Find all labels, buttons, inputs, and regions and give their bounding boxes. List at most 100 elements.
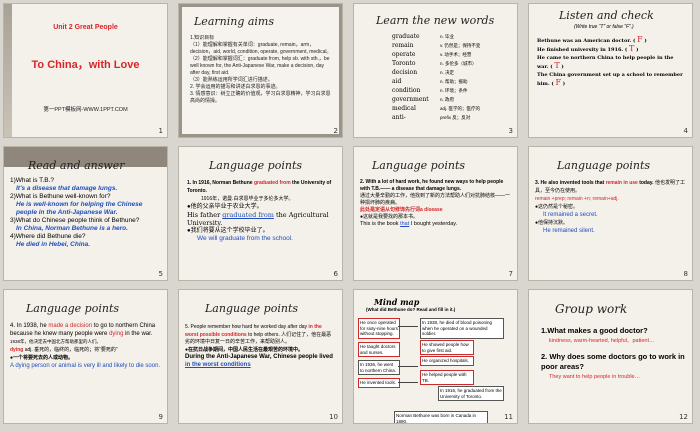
point-sentence-end: to help others. <box>248 331 280 338</box>
slide-thumbnail-9[interactable]: Language points 4. In 1938, he made a de… <box>3 289 168 424</box>
word: graduate <box>392 33 420 40</box>
example-cn: ●一个将要死去的人或动物。 <box>10 355 74 361</box>
point-sentence-end: in the war. <box>125 331 153 337</box>
slide-title: Language points <box>26 302 120 315</box>
slide-thumbnail-2[interactable]: Learning aims 1.知识目标 （1）能理解和掌握有关单词：gradu… <box>178 3 343 138</box>
slide-title: Language points <box>372 159 466 172</box>
slide-number: 9 <box>158 413 163 421</box>
word-meaning: n. 帮助；援助 <box>440 79 468 84</box>
question: 2. Why does some doctors go to work in p… <box>541 352 685 371</box>
answer: They want to help people in trouble… <box>549 374 641 380</box>
answer: T <box>554 61 560 70</box>
mind-map-box: He showed people how to give first aid. <box>420 340 474 355</box>
answer: F <box>637 35 643 44</box>
aim-line: （2）能理解和掌握词汇：graduate from, help sb. with… <box>190 56 330 76</box>
slide-thumbnail-10[interactable]: Language points 5. People remember how h… <box>178 289 343 424</box>
example-cn: ●在抗日战争期间，中国人民生活在最艰苦的环境中。 <box>185 346 304 353</box>
word: decision <box>392 69 418 76</box>
question: 1.What makes a good doctor? <box>541 326 648 335</box>
answer: It's a disease that damage lungs. <box>16 185 118 192</box>
word: Toronto <box>392 60 416 67</box>
example-cn: ●他的父亲毕业于农业大学。 <box>187 204 263 210</box>
slide-title: Language points <box>557 159 651 172</box>
point-text: 1. In 1916, Norman Bethune graduated fro… <box>187 179 336 243</box>
word: aid <box>392 78 402 85</box>
slide-thumbnail-7[interactable]: Language points 2. With a lot of hard wo… <box>353 146 518 281</box>
qa-list: 1)What is T.B.? It's a disease that dama… <box>10 177 163 249</box>
example-cn: ●我们将要从这个学校毕业了。 <box>187 228 269 234</box>
mind-map-box: In 1936, he went to northern China. <box>358 360 400 375</box>
vocab-word: dying <box>10 347 24 353</box>
slide-thumbnail-4[interactable]: Listen and check (Write true “T” or fals… <box>528 3 693 138</box>
statement: He finished university in 1916. <box>537 47 624 53</box>
fill-in-answer: in the worst conditions <box>185 361 251 368</box>
slide-thumbnail-11[interactable]: Mind map (What did Bethune do? Read and … <box>353 289 518 424</box>
answer: He died in Hebei, China. <box>16 241 91 248</box>
example-cn: ●这仍然是个秘密。 <box>535 204 579 210</box>
word-meaning: v. 仍然是；保持不变 <box>440 43 481 48</box>
point-sentence: 4. In 1938, he <box>10 323 47 329</box>
aims-text: 1.知识目标 （1）能理解和掌握有关单词：graduate, remain，ar… <box>190 35 333 105</box>
word: operate <box>392 51 416 58</box>
word-meaning: n. 政府 <box>440 97 455 102</box>
answer: In China, Norman Bethune is a hero. <box>16 225 128 232</box>
translation: 通过大量辛勤的工作，他找到了新的方法帮助人们对抗肺结核——一种损坏肺的疾病。 <box>360 193 511 206</box>
fill-in-answer: graduated from <box>222 211 274 219</box>
slide-title: Learning aims <box>194 15 275 28</box>
aim-line: （3）能熟练运用所学词汇进行描述。 <box>190 77 273 83</box>
slide-title: Learn the new words <box>376 14 495 27</box>
slide-thumbnail-1[interactable]: Unit 2 Great People To China，with Love 第… <box>3 3 168 138</box>
mind-map-box: In 1938, he died of blood poisoning when… <box>420 318 504 339</box>
slide-thumbnail-5[interactable]: Read and answer 1)What is T.B.? It's a d… <box>3 146 168 281</box>
aim-line: （1）能理解和掌握有关单词：graduate, remain，arm，decis… <box>190 42 332 55</box>
word-list: graduate n. 毕业 remain v. 仍然是；保持不变 operate v… <box>392 32 512 122</box>
slide-number: 7 <box>508 270 513 278</box>
unit-label: Unit 2 Great People <box>53 24 118 31</box>
slide-number: 4 <box>683 127 688 135</box>
example-en: A dying person or animal is very ill and… <box>10 363 161 369</box>
usage-formula: remain +prep; remain +n; remain+adj. <box>535 196 619 202</box>
slide-number: 3 <box>508 127 513 135</box>
slide-thumbnail-6[interactable]: Language points 1. In 1916, Norman Bethu… <box>178 146 343 281</box>
mind-map-box: In 1916, he graduated from the Universit… <box>438 386 504 401</box>
answer: kindness, warm-hearted, helpful、patient… <box>549 338 655 344</box>
slide-number: 1 <box>158 127 163 135</box>
example-start: His father <box>187 211 221 219</box>
slide-thumbnail-8[interactable]: Language points 3. He also invented tool… <box>528 146 693 281</box>
question: 3)What do Chinese people think of Bethun… <box>10 217 140 224</box>
group-work-text: 1.What makes a good doctor? kindness, wa… <box>541 326 686 382</box>
point-sentence: 1. In 1916, Norman Bethune <box>187 180 253 186</box>
check-item: He finished university in 1916. ( T ) <box>537 44 639 54</box>
slide-number: 5 <box>158 270 163 278</box>
slide-thumbnail-3[interactable]: Learn the new words graduate n. 毕业 remain… <box>353 3 518 138</box>
mind-map-box: He helped people with TB. <box>420 370 474 385</box>
aim-line: 2. 学会运用的描写和讲述白求恩的事迹。 <box>190 84 281 90</box>
slide-thumbnail-12[interactable]: Group work 1.What makes a good doctor? k… <box>528 289 693 424</box>
mind-map-box: He organized hospitals. <box>420 356 474 366</box>
example-cn: ●这就是我要找的那本书。 <box>360 214 419 220</box>
slide-number: 8 <box>683 270 688 278</box>
slide-title: Group work <box>555 302 628 316</box>
slide-number: 11 <box>504 413 513 421</box>
word-meaning: n. 决定 <box>440 70 455 75</box>
slide-panel: Learning aims 1.知识目标 （1）能理解和掌握有关单词：gradu… <box>182 7 339 134</box>
lesson-title: To China，with Love <box>31 59 140 71</box>
slide-subtitle: (What did Bethune do? Read and fill in i… <box>366 307 456 312</box>
check-item: The China government set up a school to … <box>537 72 683 87</box>
point-sentence: 2. With a lot of hard work, he found new… <box>360 179 504 192</box>
fill-in-answer: that <box>400 221 410 227</box>
example-start: This is the book <box>360 221 399 227</box>
connector-arrow <box>398 382 418 383</box>
translation: 1916年，诺曼.白求恩毕业于多伦多大学。 <box>201 196 294 202</box>
word-meaning: n. 毕业 <box>440 34 455 39</box>
mind-map-box: He once operated for sixty-nine hours wi… <box>358 318 400 339</box>
point-text: 5. People remember how hard he worked da… <box>185 324 336 369</box>
word-meaning: adj. 医学的；医疗的 <box>440 106 481 111</box>
word: condition <box>392 87 421 94</box>
question: 2)What is Bethune well-known for? <box>10 193 111 200</box>
point-sentence: 3. He also invented tools that <box>535 180 605 186</box>
word-meaning: prefix 反；反对 <box>440 115 471 120</box>
point-sentence-end: today. <box>639 180 654 186</box>
footer-text: 第一PPT模板网-WWW.1PPT.COM <box>43 107 128 113</box>
mind-map-box: Norman Bethune was born in Canada in 189… <box>394 411 488 423</box>
